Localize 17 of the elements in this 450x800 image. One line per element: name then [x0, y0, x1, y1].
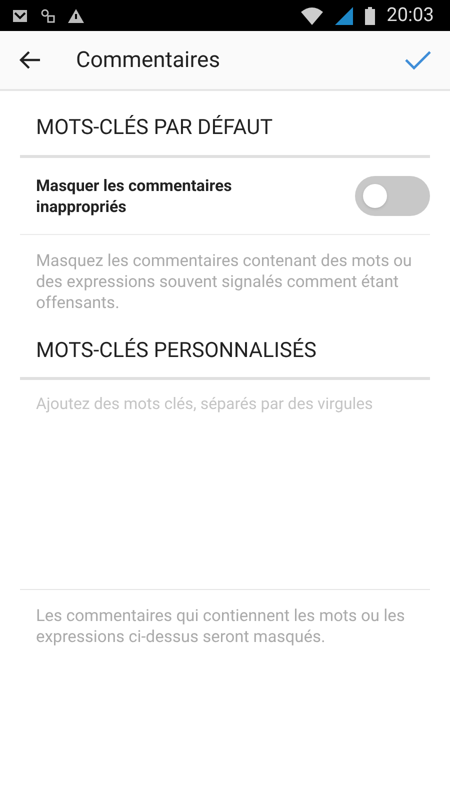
description-text: Masquez les commentaires contenant des mots ou des expressions souvent signalés comment étant offensants.	[35, 250, 413, 314]
keywords-field[interactable]: Ajoutez des mots clés, séparés par des virgules	[20, 380, 430, 590]
battery-icon	[364, 6, 375, 24]
back-arrow-icon	[19, 50, 41, 70]
check-icon	[405, 50, 431, 70]
screen-title: Commentaires	[76, 46, 222, 74]
toggle-label: Masquer les commentaires inappropriés	[36, 174, 233, 216]
wifi-icon	[300, 6, 323, 24]
link-icon	[40, 8, 56, 24]
mail-icon	[12, 8, 28, 22]
warning-icon	[68, 8, 84, 22]
signal-icon	[334, 6, 353, 24]
note-text: Les commentaires qui contiennent les mots ou les expressions ci-dessus seront masqués.	[35, 606, 406, 648]
section-heading: MOTS-CLÉS PAR DÉFAUT	[20, 91, 430, 158]
toggle-switch[interactable]	[355, 176, 430, 216]
section-heading: MOTS-CLÉS PERSONNALISÉS	[20, 314, 430, 380]
status-time: 20:03	[386, 2, 434, 28]
